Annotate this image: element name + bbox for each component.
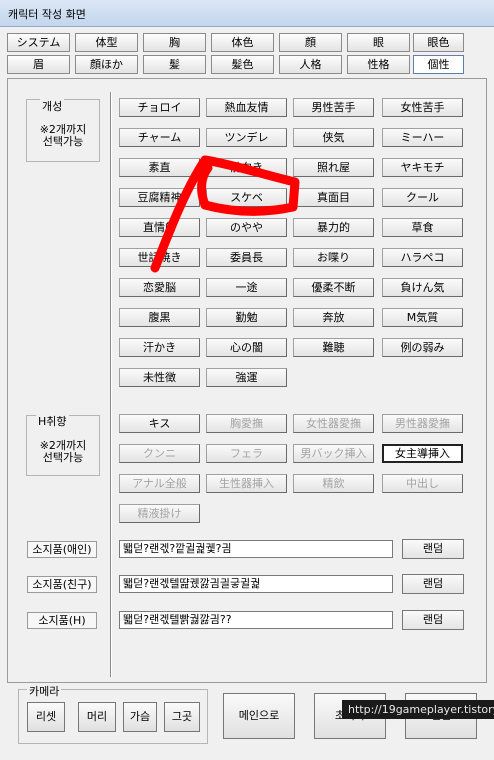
h-group-note: ※2개까지 선택가능 — [39, 439, 87, 464]
trait-button[interactable]: M気質 — [382, 308, 463, 327]
trait-button[interactable]: ミーハー — [382, 128, 463, 147]
trait-button[interactable]: 侠気 — [293, 128, 374, 147]
item-input-h[interactable]: 뙓덛?랜겏텔빩궗깛긤?? — [119, 611, 393, 629]
tab-hair-color[interactable]: 髪色 — [211, 55, 274, 74]
h-group-title: H취향 — [36, 413, 69, 429]
trait-button[interactable]: クール — [382, 188, 463, 207]
window-titlebar: 캐릭터 작성 화면 — [0, 0, 494, 27]
trait-button[interactable]: 難聴 — [293, 338, 374, 357]
trait-button[interactable]: 照れ屋 — [293, 158, 374, 177]
h-preference-button[interactable]: アナル全般 — [119, 474, 200, 493]
tab-row-2: 眉 顔ほか 髪 髪色 人格 性格 個性 — [7, 55, 464, 74]
trait-button[interactable]: 恋愛脳 — [119, 278, 200, 297]
camera-there-button[interactable]: 그곳 — [164, 702, 200, 732]
trait-button[interactable]: 一途 — [206, 278, 287, 297]
camera-chest-button[interactable]: 가슴 — [123, 702, 157, 732]
h-preference-button[interactable]: クンニ — [119, 444, 200, 463]
trait-button[interactable]: チャーム — [119, 128, 200, 147]
camera-reset-button[interactable]: 리셋 — [27, 702, 65, 732]
h-preference-button[interactable]: 精飲 — [293, 474, 374, 493]
tab-hair[interactable]: 髪 — [143, 55, 206, 74]
h-preference-button[interactable]: 男性器愛撫 — [382, 414, 463, 433]
trait-button[interactable]: 委員長 — [206, 248, 287, 267]
watermark-text: http://19gameplayer.tistory — [342, 700, 494, 719]
trait-button[interactable]: 未性徴 — [119, 368, 200, 387]
trait-button[interactable]: ツンデレ — [206, 128, 287, 147]
h-preference-button[interactable]: フェラ — [206, 444, 287, 463]
tab-character[interactable]: 性格 — [347, 55, 410, 74]
tab-eye-color[interactable]: 眼色 — [413, 33, 464, 52]
trait-button[interactable]: お喋り — [293, 248, 374, 267]
h-preference-button[interactable]: 中出し — [382, 474, 463, 493]
trait-button[interactable]: 負けん気 — [382, 278, 463, 297]
trait-button[interactable]: 世話焼き — [119, 248, 200, 267]
trait-button[interactable]: 勤勉 — [206, 308, 287, 327]
window-title: 캐릭터 작성 화면 — [8, 8, 86, 21]
trait-button[interactable]: 豆腐精神 — [119, 188, 200, 207]
trait-button[interactable]: 汗かき — [119, 338, 200, 357]
trait-button[interactable]: 草食 — [382, 218, 463, 237]
trait-button[interactable]: 例の弱み — [382, 338, 463, 357]
h-preference-button[interactable]: キス — [119, 414, 200, 433]
h-preference-button[interactable]: 女性器愛撫 — [293, 414, 374, 433]
h-preference-button[interactable]: 生性器挿入 — [206, 474, 287, 493]
trait-button[interactable]: 暴力的 — [293, 218, 374, 237]
item-random-button-friend[interactable]: 랜덤 — [402, 574, 464, 594]
tab-face[interactable]: 顔 — [279, 33, 342, 52]
trait-button[interactable]: 男性苦手 — [293, 98, 374, 117]
tab-chest[interactable]: 胸 — [143, 33, 206, 52]
trait-button[interactable]: ヤキモチ — [382, 158, 463, 177]
item-label-lover: 소지품(애인) — [27, 541, 97, 558]
trait-button[interactable]: 強運 — [206, 368, 287, 387]
tab-face-other[interactable]: 顔ほか — [75, 55, 138, 74]
trait-button[interactable]: 心の闇 — [206, 338, 287, 357]
item-random-button-lover[interactable]: 랜덤 — [402, 539, 464, 559]
main-menu-button[interactable]: 메인으로 — [223, 693, 295, 739]
trait-button[interactable]: 腹黒 — [119, 308, 200, 327]
tab-body-color[interactable]: 体色 — [211, 33, 274, 52]
h-preference-button[interactable]: 男バック挿入 — [293, 444, 374, 463]
trait-button[interactable]: 女性苦手 — [382, 98, 463, 117]
camera-group-title: 카메라 — [27, 683, 62, 699]
trait-button[interactable]: 真面目 — [293, 188, 374, 207]
item-label-h: 소지품(H) — [27, 612, 97, 629]
item-label-friend: 소지품(친구) — [27, 576, 97, 593]
tab-body-type[interactable]: 体型 — [75, 33, 138, 52]
h-preference-button[interactable]: 女主導挿入 — [382, 444, 463, 463]
tab-personality[interactable]: 人格 — [279, 55, 342, 74]
trait-button[interactable]: スケベ — [206, 188, 287, 207]
divider — [110, 92, 111, 677]
trait-button[interactable]: 優柔不断 — [293, 278, 374, 297]
h-preference-button[interactable]: 精液掛け — [119, 504, 200, 523]
trait-button[interactable]: 熱血友情 — [206, 98, 287, 117]
tab-system[interactable]: システム — [7, 33, 70, 52]
trait-button[interactable]: 前向き — [206, 158, 287, 177]
tab-eyebrows[interactable]: 眉 — [7, 55, 70, 74]
item-random-button-h[interactable]: 랜덤 — [402, 610, 464, 630]
trait-button[interactable]: 直情的 — [119, 218, 200, 237]
tab-eyes[interactable]: 眼 — [347, 33, 410, 52]
tab-individuality[interactable]: 個性 — [413, 55, 464, 74]
trait-button[interactable]: チョロイ — [119, 98, 200, 117]
trait-button[interactable]: のやや — [206, 218, 287, 237]
tab-row-1: システム 体型 胸 体色 顔 眼 眼色 — [7, 33, 464, 52]
trait-button[interactable]: 奔放 — [293, 308, 374, 327]
item-input-lover[interactable]: 뙓덛?랜겏?깥귈궕궻?긤 — [119, 540, 393, 558]
trait-button[interactable]: 素直 — [119, 158, 200, 177]
item-input-friend[interactable]: 뙓덛?랜겏텔땶궸깛긤긜긓귈궕 — [119, 575, 393, 593]
h-preference-button[interactable]: 胸愛撫 — [206, 414, 287, 433]
trait-group-title: 개성 — [40, 98, 65, 114]
trait-group-note: ※2개까지 선택가능 — [39, 123, 87, 148]
trait-button[interactable]: ハラペコ — [382, 248, 463, 267]
camera-head-button[interactable]: 머리 — [78, 702, 116, 732]
